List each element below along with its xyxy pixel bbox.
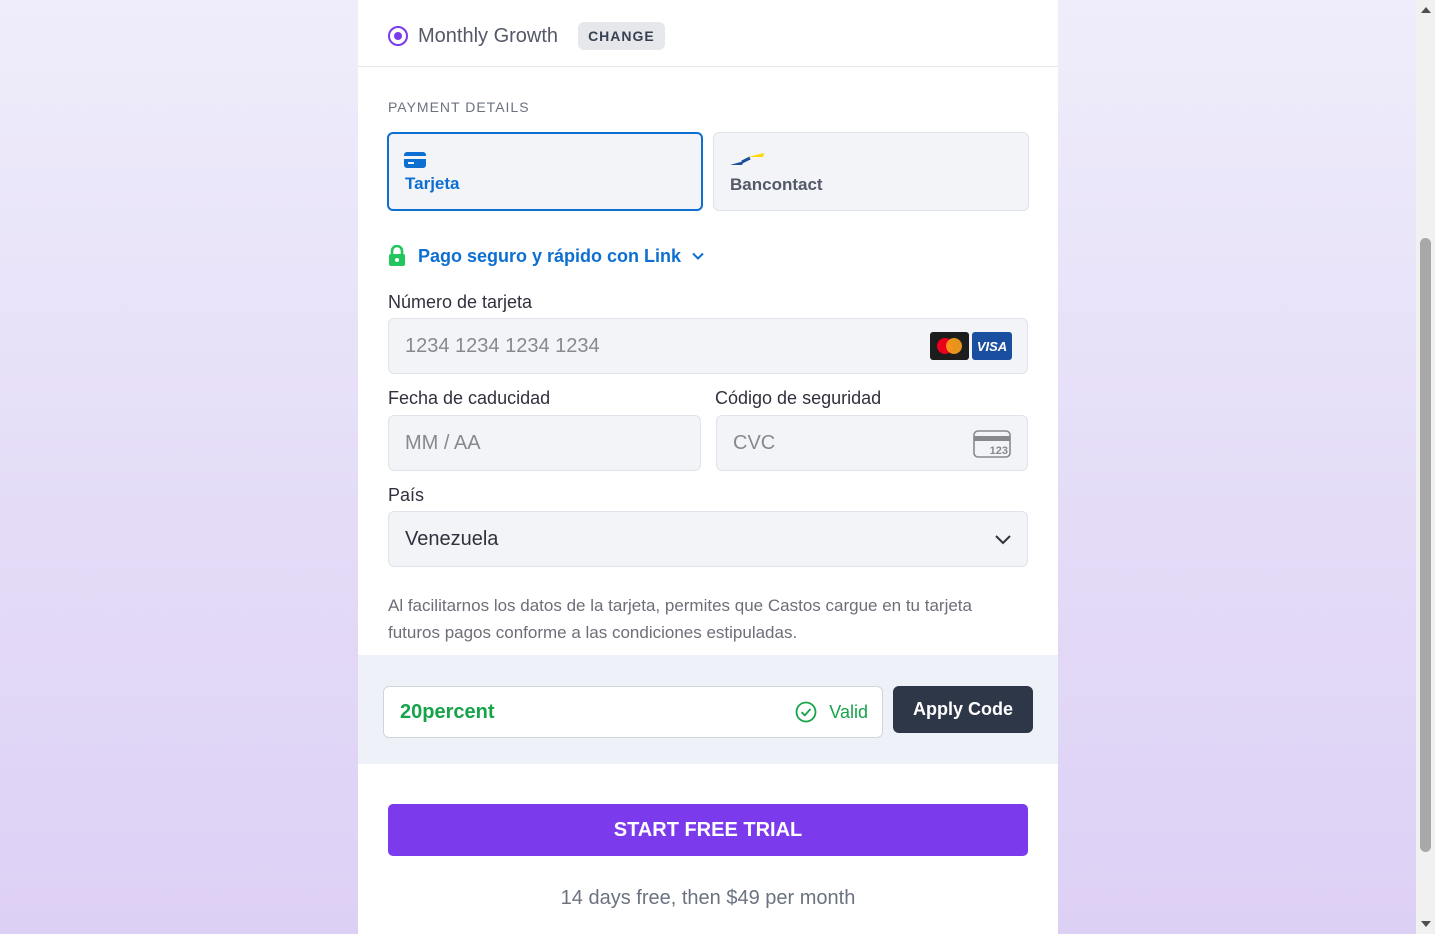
plan-name: Monthly Growth bbox=[418, 24, 559, 47]
expiry-placeholder: MM / AA bbox=[405, 431, 481, 454]
payment-method-bancontact-tab[interactable]: Bancontact bbox=[713, 132, 1029, 211]
chevron-down-icon bbox=[692, 252, 704, 260]
link-pay-text: Pago seguro y rápido con Link bbox=[418, 245, 682, 266]
promo-code-section: 20percent Valid Apply Code bbox=[358, 655, 1058, 764]
cvc-card-icon: 123 bbox=[973, 430, 1011, 458]
scrollbar-thumb[interactable] bbox=[1420, 238, 1431, 852]
expiry-label: Fecha de caducidad bbox=[388, 388, 551, 408]
divider bbox=[358, 66, 1058, 67]
bancontact-icon bbox=[730, 153, 764, 165]
card-number-placeholder: 1234 1234 1234 1234 bbox=[405, 334, 600, 357]
payment-method-label: Bancontact bbox=[730, 175, 823, 194]
cvc-placeholder: CVC bbox=[733, 431, 776, 454]
country-select[interactable]: Venezuela bbox=[388, 511, 1028, 567]
country-value: Venezuela bbox=[405, 527, 499, 550]
card-authorization-text: Al facilitarnos los datos de la tarjeta,… bbox=[388, 596, 972, 642]
promo-code-input[interactable]: 20percent Valid bbox=[383, 686, 883, 738]
cvc-input[interactable]: CVC 123 bbox=[716, 415, 1028, 471]
visa-icon: VISA bbox=[972, 332, 1012, 360]
selected-plan-row: Monthly Growth CHANGE bbox=[388, 21, 665, 51]
scroll-up-arrow-icon[interactable] bbox=[1421, 7, 1431, 13]
credit-card-icon bbox=[404, 152, 426, 168]
expiry-input[interactable]: MM / AA bbox=[388, 415, 701, 471]
country-label: País bbox=[388, 485, 425, 505]
card-number-input[interactable]: 1234 1234 1234 1234 VISA bbox=[388, 318, 1028, 374]
promo-valid-status: Valid bbox=[795, 701, 868, 723]
payment-section-label: PAYMENT DETAILS bbox=[388, 99, 530, 115]
svg-text:123: 123 bbox=[990, 445, 1008, 457]
promo-valid-text: Valid bbox=[829, 701, 868, 722]
trial-pricing-note: 14 days free, then $49 per month bbox=[560, 887, 856, 909]
chevron-down-icon bbox=[995, 535, 1011, 545]
page-scrollbar[interactable] bbox=[1416, 0, 1435, 934]
promo-code-value: 20percent bbox=[400, 701, 495, 723]
lock-icon bbox=[389, 245, 405, 266]
plan-radio[interactable] bbox=[388, 26, 408, 46]
payment-method-label: Tarjeta bbox=[405, 174, 460, 193]
checkout-card: Monthly Growth CHANGE PAYMENT DETAILS Ta… bbox=[358, 0, 1058, 934]
scroll-down-arrow-icon[interactable] bbox=[1421, 921, 1431, 927]
change-plan-button[interactable]: CHANGE bbox=[578, 22, 665, 50]
start-free-trial-button[interactable]: START FREE TRIAL bbox=[388, 804, 1028, 856]
cvc-label: Código de seguridad bbox=[715, 388, 882, 408]
card-number-label: Número de tarjeta bbox=[388, 292, 533, 312]
payment-method-card-tab[interactable]: Tarjeta bbox=[387, 132, 703, 211]
apply-code-button[interactable]: Apply Code bbox=[893, 686, 1033, 733]
check-circle-icon bbox=[795, 701, 817, 723]
link-pay-toggle[interactable]: Pago seguro y rápido con Link bbox=[388, 245, 705, 267]
mastercard-icon bbox=[930, 332, 969, 360]
